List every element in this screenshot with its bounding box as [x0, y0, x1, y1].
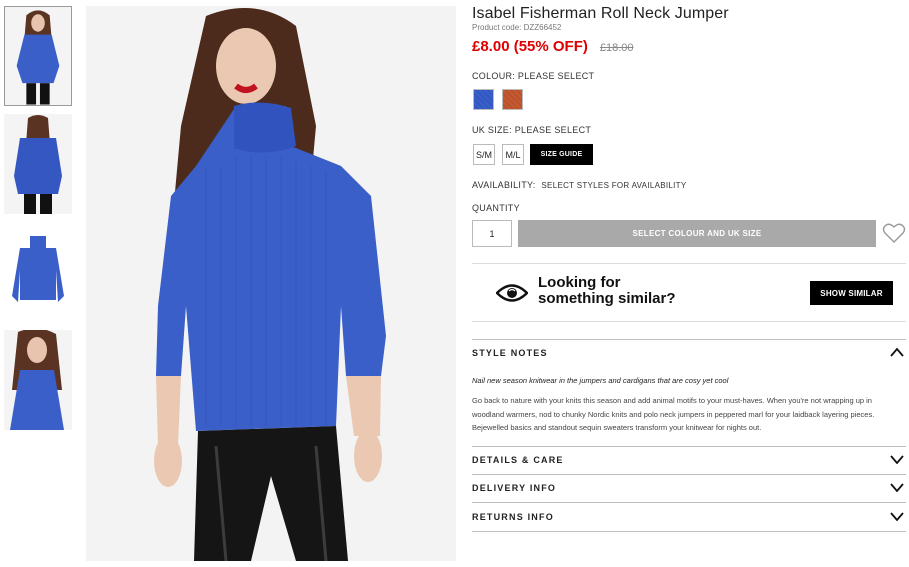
availability-row: AVAILABILITY: SELECT STYLES FOR AVAILABI… [472, 180, 686, 190]
divider [472, 531, 906, 532]
details-care-title: DETAILS & CARE [472, 455, 564, 465]
thumbnail-front-image [5, 7, 71, 105]
colour-swatch-blue[interactable] [473, 89, 494, 110]
divider [472, 446, 906, 447]
availability-value: SELECT STYLES FOR AVAILABILITY [541, 181, 687, 190]
product-code: Product code: DZZ66452 [472, 23, 562, 32]
divider [472, 263, 906, 264]
size-label-row: UK SIZE: PLEASE SELECT [472, 125, 591, 135]
chevron-down-icon [890, 455, 904, 464]
similar-heading: Looking for something similar? [538, 275, 676, 307]
style-notes-title: STYLE NOTES [472, 348, 548, 358]
thumbnail-closeup[interactable] [4, 330, 72, 430]
divider [472, 321, 906, 322]
show-similar-button[interactable]: SHOW SIMILAR [810, 281, 893, 305]
add-to-bag-button[interactable]: SELECT COLOUR AND UK SIZE [518, 220, 876, 247]
style-notes-intro: Nail new season knitwear in the jumpers … [472, 376, 729, 385]
quantity-input[interactable] [472, 220, 512, 247]
eye-icon [496, 284, 528, 302]
style-notes-body: Go back to nature with your knits this s… [472, 396, 875, 432]
thumbnail-closeup-image [4, 330, 72, 430]
style-notes-header[interactable]: STYLE NOTES [472, 344, 906, 364]
colour-label: COLOUR: [472, 71, 516, 81]
size-option-sm[interactable]: S/M [473, 144, 495, 165]
sale-price: £8.00 (55% OFF) [472, 38, 588, 55]
thumbnail-flat-image [4, 230, 72, 330]
divider [472, 502, 906, 503]
price-row: £8.00 (55% OFF) £18.00 [472, 38, 634, 56]
returns-info-title: RETURNS INFO [472, 512, 554, 522]
heart-icon[interactable] [882, 222, 906, 244]
delivery-info-title: DELIVERY INFO [472, 483, 557, 493]
thumbnail-back[interactable] [4, 114, 72, 214]
thumbnail-front[interactable] [4, 6, 72, 106]
divider [472, 474, 906, 475]
main-product-image[interactable] [86, 6, 456, 561]
similar-line-2: something similar? [538, 290, 676, 307]
model-photo [86, 6, 456, 561]
colour-label-row: COLOUR: PLEASE SELECT [472, 71, 594, 81]
thumbnail-flat[interactable] [4, 230, 72, 330]
details-care-header[interactable]: DETAILS & CARE [472, 451, 906, 471]
quantity-label: QUANTITY [472, 203, 520, 213]
size-label: UK SIZE: [472, 125, 512, 135]
size-guide-button[interactable]: SIZE GUIDE [530, 144, 593, 165]
colour-swatch-rust[interactable] [502, 89, 523, 110]
chevron-down-icon [890, 512, 904, 521]
chevron-up-icon [890, 347, 904, 357]
colour-value: PLEASE SELECT [517, 71, 595, 81]
thumbnail-back-image [4, 114, 72, 214]
divider [472, 339, 906, 340]
similar-line-1: Looking for [538, 274, 621, 291]
size-value: PLEASE SELECT [514, 125, 592, 135]
delivery-info-header[interactable]: DELIVERY INFO [472, 479, 906, 499]
availability-label: AVAILABILITY: [472, 180, 536, 190]
size-option-ml[interactable]: M/L [502, 144, 524, 165]
product-title: Isabel Fisherman Roll Neck Jumper [472, 5, 729, 22]
chevron-down-icon [890, 483, 904, 492]
returns-info-header[interactable]: RETURNS INFO [472, 508, 906, 528]
original-price: £18.00 [599, 42, 634, 54]
